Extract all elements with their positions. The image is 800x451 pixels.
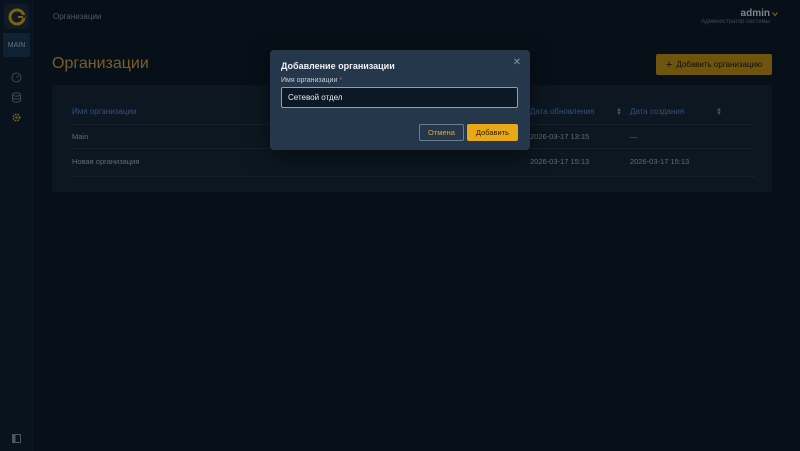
dialog-title: Добавление организации	[281, 61, 395, 71]
cancel-button[interactable]: Отмена	[419, 124, 464, 141]
add-organization-dialog: Добавление организации ✕ Имя организации…	[270, 50, 530, 150]
submit-button[interactable]: Добавить	[467, 124, 518, 141]
close-icon[interactable]: ✕	[512, 58, 522, 68]
field-label-text: Имя организации	[281, 77, 338, 84]
organization-name-label: Имя организации *	[281, 77, 342, 84]
required-mark: *	[339, 77, 343, 84]
organization-name-input[interactable]	[281, 87, 518, 108]
